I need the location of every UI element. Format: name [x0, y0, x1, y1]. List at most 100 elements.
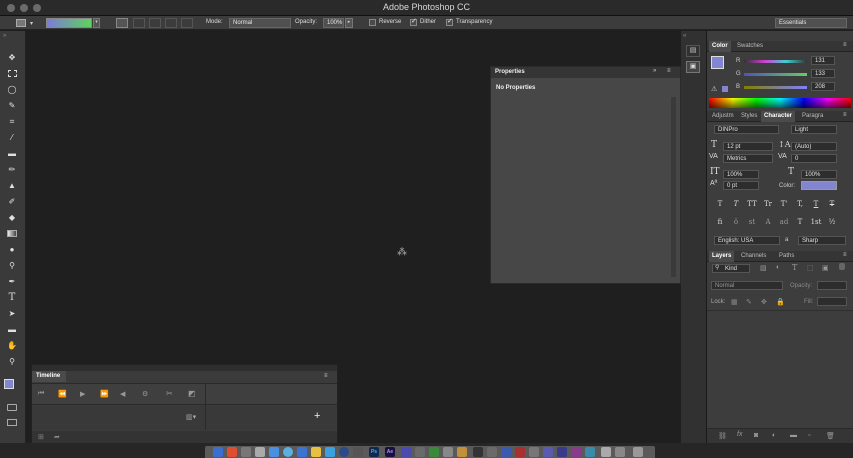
- collapse-icon[interactable]: »: [653, 68, 656, 74]
- photoshop-dock-icon[interactable]: Ps: [369, 447, 379, 457]
- tab-styles[interactable]: Styles: [738, 111, 760, 122]
- underline-button[interactable]: T: [809, 200, 823, 210]
- notes-icon[interactable]: [311, 447, 321, 457]
- collapse-icon[interactable]: »: [3, 33, 6, 39]
- filmstrip-icon[interactable]: ▥▾: [186, 413, 196, 421]
- dither-checkbox[interactable]: [410, 17, 417, 26]
- after-effects-dock-icon[interactable]: Ae: [385, 447, 395, 457]
- layer-opacity-input[interactable]: [817, 281, 847, 290]
- marquee-tool-icon[interactable]: [5, 67, 19, 80]
- chevron-down-icon[interactable]: ▾: [30, 20, 33, 27]
- horizontal-scale-input[interactable]: 100%: [801, 170, 837, 179]
- panel-menu-icon[interactable]: ≡: [843, 112, 847, 118]
- calendar-icon[interactable]: [227, 447, 237, 457]
- play-icon[interactable]: ▶: [80, 390, 85, 398]
- blur-tool-icon[interactable]: ●: [5, 243, 19, 256]
- tab-color[interactable]: Color: [709, 41, 731, 52]
- tab-swatches[interactable]: Swatches: [734, 41, 766, 52]
- eraser-tool-icon[interactable]: ◆: [5, 211, 19, 224]
- add-media-icon[interactable]: +: [314, 410, 320, 422]
- clone-stamp-tool-icon[interactable]: ▲: [5, 179, 19, 192]
- terminal-icon[interactable]: [415, 447, 425, 457]
- split-icon[interactable]: ✂: [166, 389, 173, 398]
- new-group-icon[interactable]: ▬: [790, 432, 797, 439]
- new-layer-icon[interactable]: ▫: [808, 432, 810, 439]
- word-icon[interactable]: [501, 447, 511, 457]
- g-input[interactable]: 133: [811, 69, 835, 78]
- opacity-input[interactable]: 100%: [323, 18, 344, 28]
- settings-icon[interactable]: ⚙: [142, 390, 148, 398]
- gradient-dropdown-icon[interactable]: ▾: [93, 18, 100, 28]
- g-slider[interactable]: [744, 73, 807, 76]
- lock-all-icon[interactable]: 🔒: [776, 298, 785, 306]
- angle-gradient-icon[interactable]: [149, 18, 161, 28]
- foreground-color-swatch[interactable]: [711, 56, 724, 69]
- tab-character[interactable]: Character: [761, 111, 796, 122]
- trash-icon[interactable]: 🗑: [826, 432, 835, 440]
- reflected-gradient-icon[interactable]: [165, 18, 177, 28]
- system-preferences-icon[interactable]: [241, 447, 251, 457]
- archive-icon[interactable]: [529, 447, 539, 457]
- numbers-icon[interactable]: [429, 447, 439, 457]
- baseline-shift-input[interactable]: 0 pt: [723, 181, 759, 190]
- panel-menu-icon[interactable]: ≡: [667, 68, 671, 74]
- font-size-input[interactable]: 12 pt: [723, 142, 773, 151]
- pages-icon[interactable]: [457, 447, 467, 457]
- finder-icon[interactable]: [213, 447, 223, 457]
- linear-gradient-icon[interactable]: [116, 18, 128, 28]
- add-mask-icon[interactable]: ◙: [754, 432, 758, 439]
- zoom-tool-icon[interactable]: ⚲: [5, 355, 19, 368]
- layer-style-icon[interactable]: fx: [737, 431, 742, 438]
- filter-type-icon[interactable]: T: [792, 263, 797, 272]
- timeline-tab[interactable]: Timeline: [32, 371, 66, 382]
- mail-icon[interactable]: [269, 447, 279, 457]
- gradient-picker[interactable]: [46, 18, 92, 28]
- safari-icon[interactable]: [283, 447, 293, 457]
- vertical-scale-input[interactable]: 100%: [723, 170, 759, 179]
- color-spectrum-ramp[interactable]: [709, 98, 851, 108]
- type-tool-icon[interactable]: T: [5, 291, 19, 304]
- media-player-icon[interactable]: [515, 447, 525, 457]
- fractions-button[interactable]: ½: [825, 218, 839, 228]
- strikethrough-button[interactable]: T: [825, 200, 839, 210]
- screen-mode-icon[interactable]: [5, 416, 19, 429]
- premiere-icon[interactable]: [401, 447, 411, 457]
- properties-panel-icon[interactable]: ▣: [686, 61, 700, 73]
- preview-icon[interactable]: [255, 447, 265, 457]
- tab-channels[interactable]: Channels: [738, 251, 769, 262]
- quick-selection-tool-icon[interactable]: ✎: [5, 99, 19, 112]
- filter-pixel-icon[interactable]: ▨: [760, 264, 767, 272]
- radial-gradient-icon[interactable]: [133, 18, 145, 28]
- timeline-panel-grip[interactable]: [32, 365, 337, 371]
- subscript-button[interactable]: T,: [793, 200, 807, 210]
- language-select[interactable]: English: USA: [714, 236, 780, 245]
- filter-toggle[interactable]: [839, 263, 845, 270]
- chrome-icon[interactable]: [339, 447, 349, 457]
- titling-alternates-button[interactable]: T: [793, 218, 807, 228]
- faux-bold-button[interactable]: T: [713, 200, 727, 210]
- b-input[interactable]: 208: [811, 82, 835, 91]
- path-selection-tool-icon[interactable]: ➤: [5, 307, 19, 320]
- hand-tool-icon[interactable]: ✋: [5, 339, 19, 352]
- app-store-icon[interactable]: [297, 447, 307, 457]
- kerning-select[interactable]: Metrics: [723, 154, 773, 163]
- panel-menu-icon[interactable]: ≡: [324, 373, 328, 379]
- properties-panel-header[interactable]: Properties » ≡: [491, 67, 680, 78]
- swash-button[interactable]: A: [761, 218, 775, 228]
- ordinals-button[interactable]: 1st: [809, 218, 823, 228]
- gradient-tool-icon[interactable]: [5, 227, 19, 240]
- lock-position-icon[interactable]: ✥: [761, 298, 767, 306]
- panel-menu-icon[interactable]: ≡: [843, 252, 847, 258]
- crop-tool-icon[interactable]: ⌗: [5, 115, 19, 128]
- finder-icon[interactable]: [443, 447, 453, 457]
- blend-mode-select[interactable]: Normal: [711, 281, 783, 290]
- font-family-select[interactable]: DINPro: [714, 125, 779, 134]
- transparency-checkbox[interactable]: [446, 17, 453, 26]
- text-color-swatch[interactable]: [801, 181, 837, 190]
- mode-select[interactable]: Normal: [229, 18, 291, 28]
- render-icon[interactable]: ➦: [54, 433, 60, 441]
- lasso-tool-icon[interactable]: ◯: [5, 83, 19, 96]
- stack-icon[interactable]: [615, 447, 625, 457]
- faux-italic-button[interactable]: T: [729, 200, 743, 210]
- next-frame-icon[interactable]: ⏩: [100, 390, 109, 398]
